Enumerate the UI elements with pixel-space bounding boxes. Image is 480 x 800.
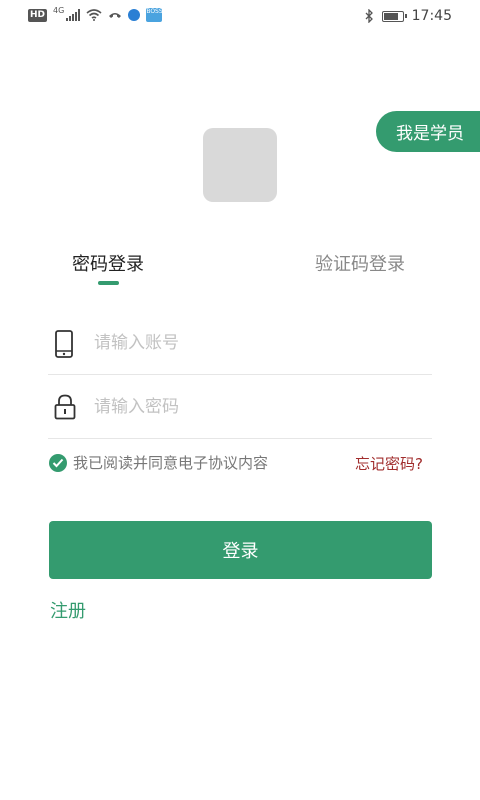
account-field (48, 313, 432, 375)
battery-icon (381, 10, 407, 22)
tab-password-login[interactable]: 密码登录 (72, 250, 144, 276)
hd-icon: HD (28, 8, 48, 22)
forgot-password-link[interactable]: 忘记密码? (355, 453, 423, 474)
status-bar-left: HD 4G BOSS (28, 6, 163, 22)
status-time: 17:45 (411, 8, 452, 24)
app-icon (128, 9, 141, 21)
phone-icon (54, 330, 74, 362)
active-tab-indicator (98, 281, 119, 285)
signal-icon (66, 9, 81, 21)
register-link[interactable]: 注册 (50, 597, 86, 623)
password-field (48, 377, 432, 439)
lock-icon (54, 394, 76, 424)
network-type-label: 4G (53, 6, 65, 15)
app-logo (203, 128, 277, 202)
tab-code-login[interactable]: 验证码登录 (315, 250, 405, 276)
wifi-icon (86, 9, 102, 21)
status-bar-right: 17:45 (365, 8, 452, 24)
account-input[interactable] (94, 327, 414, 359)
app-badge-icon: BOSS (146, 8, 163, 22)
agreement-label: 我已阅读并同意电子协议内容 (73, 454, 269, 472)
status-bar: HD 4G BOSS 17:45 (0, 0, 480, 34)
password-input[interactable] (94, 391, 414, 423)
call-icon (109, 13, 122, 18)
check-icon (49, 453, 67, 472)
agreement-checkbox[interactable]: 我已阅读并同意电子协议内容 (49, 452, 268, 473)
bluetooth-icon (365, 9, 373, 23)
login-button[interactable]: 登录 (49, 521, 432, 579)
role-switch-button[interactable]: 我是学员 (376, 111, 480, 152)
